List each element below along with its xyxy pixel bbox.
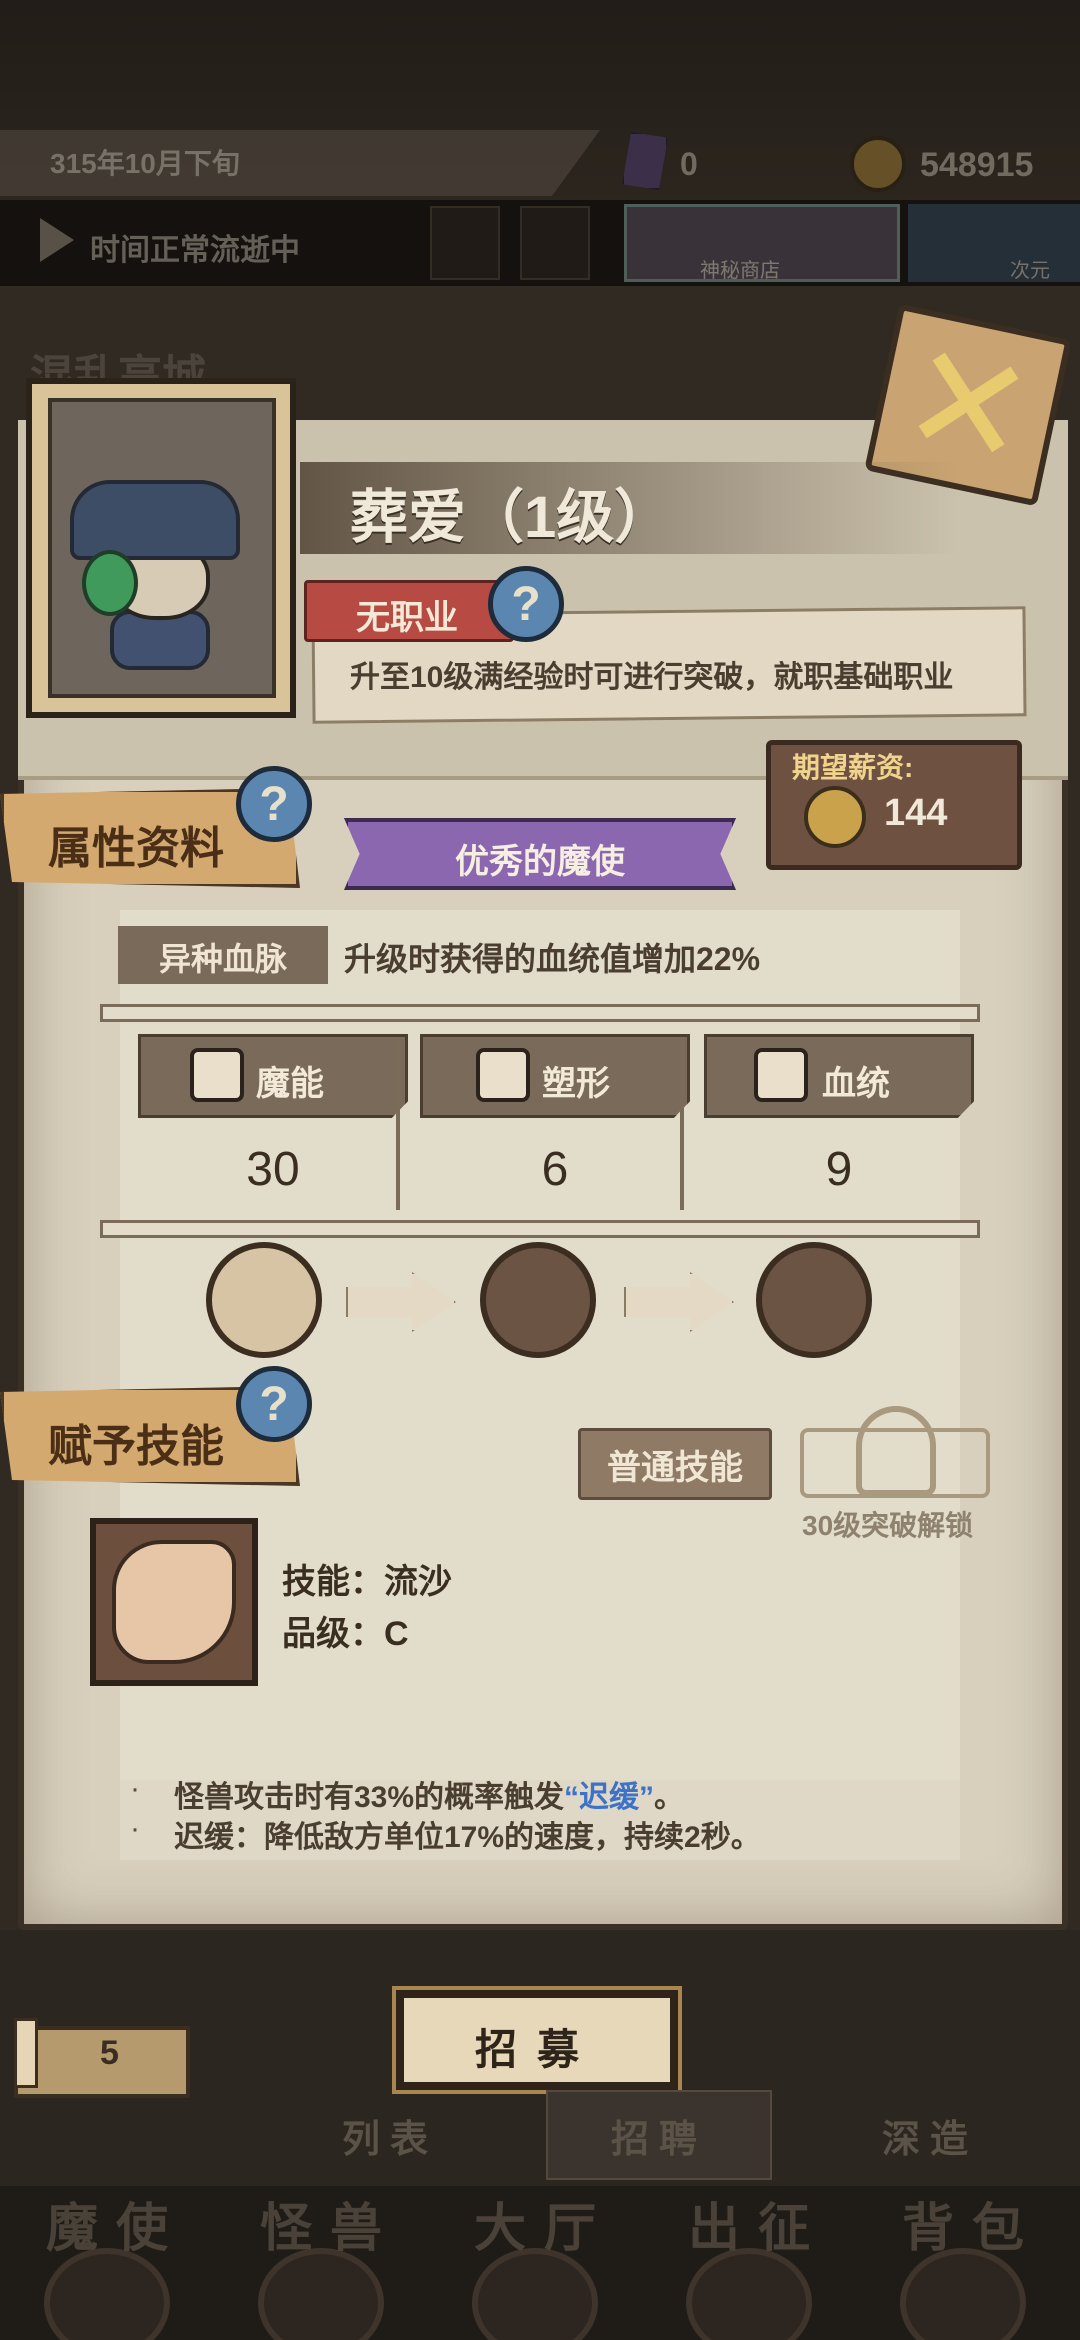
body-icon — [476, 1048, 530, 1102]
effect-text: 。 — [654, 1781, 685, 1814]
stat-column: 魔能 30 — [138, 1034, 408, 1214]
salary-value: 144 — [884, 792, 948, 834]
unlock-hint: 30级突破解锁 — [802, 1510, 974, 1541]
nav-hall-label[interactable]: 大厅 — [474, 2186, 614, 2261]
nav-expedition-label[interactable]: 出征 — [688, 2186, 828, 2261]
bloodline-tag-label: 异种血脉 — [158, 941, 287, 977]
job-help-icon[interactable]: ? — [488, 566, 564, 642]
magic-icon — [190, 1048, 244, 1102]
blood-icon — [754, 1048, 808, 1102]
subtab-train[interactable]: 深造 — [800, 2090, 1060, 2180]
stat-name: 魔能 — [256, 1065, 324, 1103]
attributes-label: 属性资料 — [48, 824, 224, 873]
quicksand-skill-icon — [112, 1540, 236, 1664]
effect-text: 怪兽攻击时有33%的概率触发 — [174, 1781, 565, 1814]
bullet: · — [130, 1772, 140, 1805]
recruit-label: 招募 — [474, 2026, 599, 2073]
locked-class-node[interactable] — [756, 1242, 872, 1358]
stat-value: 30 — [246, 1143, 300, 1196]
stat-divider — [680, 1040, 684, 1210]
stats-rail-bottom — [100, 1220, 980, 1238]
nav-bag-label[interactable]: 背包 — [902, 2186, 1042, 2261]
bloodline-description: 升级时获得的血统值增加22% — [344, 941, 761, 977]
job-label: 无职业 — [356, 599, 458, 637]
nav-mage-label[interactable]: 魔使 — [46, 2186, 186, 2261]
locked-class-node[interactable] — [480, 1242, 596, 1358]
skill-effect-line: 迟缓：降低敌方单位17%的速度，持续2秒。 — [174, 1821, 761, 1854]
current-class-node[interactable] — [206, 1242, 322, 1358]
parrot-icon — [82, 550, 138, 616]
attributes-help-icon[interactable]: ? — [236, 766, 312, 842]
bullet: · — [130, 1812, 140, 1845]
stat-value: 6 — [541, 1143, 569, 1196]
skill-effect-line: 怪兽攻击时有33%的概率触发“迟缓”。 — [174, 1772, 684, 1816]
stat-name: 血统 — [822, 1065, 890, 1103]
subtab-list[interactable]: 列表 — [260, 2090, 520, 2180]
stats-rail-top — [100, 1004, 980, 1022]
stat-name: 塑形 — [542, 1065, 610, 1103]
stat-column: 塑形 6 — [420, 1034, 690, 1214]
lock-icon — [856, 1406, 936, 1496]
salary-label: 期望薪资: — [792, 752, 914, 783]
stat-divider — [396, 1040, 400, 1210]
subtab-recruit[interactable]: 招聘 — [546, 2090, 772, 2180]
skill-name: 技能：流沙 — [282, 1563, 452, 1601]
skills-label: 赋予技能 — [48, 1422, 224, 1471]
coin-icon — [804, 786, 866, 848]
nav-monster-label[interactable]: 怪兽 — [260, 2186, 400, 2261]
skill-grade: 品级：C — [282, 1615, 409, 1653]
character-hat — [70, 480, 240, 560]
stat-column: 血统 9 — [704, 1034, 974, 1214]
skills-help-icon[interactable]: ? — [236, 1366, 312, 1442]
job-description: 升至10级满经验时可进行突破，就职基础职业 — [350, 661, 954, 694]
alert-icon — [14, 2018, 38, 2088]
character-name: 葬爱（1级） — [350, 485, 673, 550]
rarity-label: 优秀的魔使 — [455, 843, 625, 881]
notification-count: 5 — [100, 2034, 119, 2072]
effect-keyword: “迟缓” — [564, 1781, 655, 1814]
normal-skill-label: 普通技能 — [607, 1449, 743, 1487]
stat-value: 9 — [825, 1143, 853, 1196]
